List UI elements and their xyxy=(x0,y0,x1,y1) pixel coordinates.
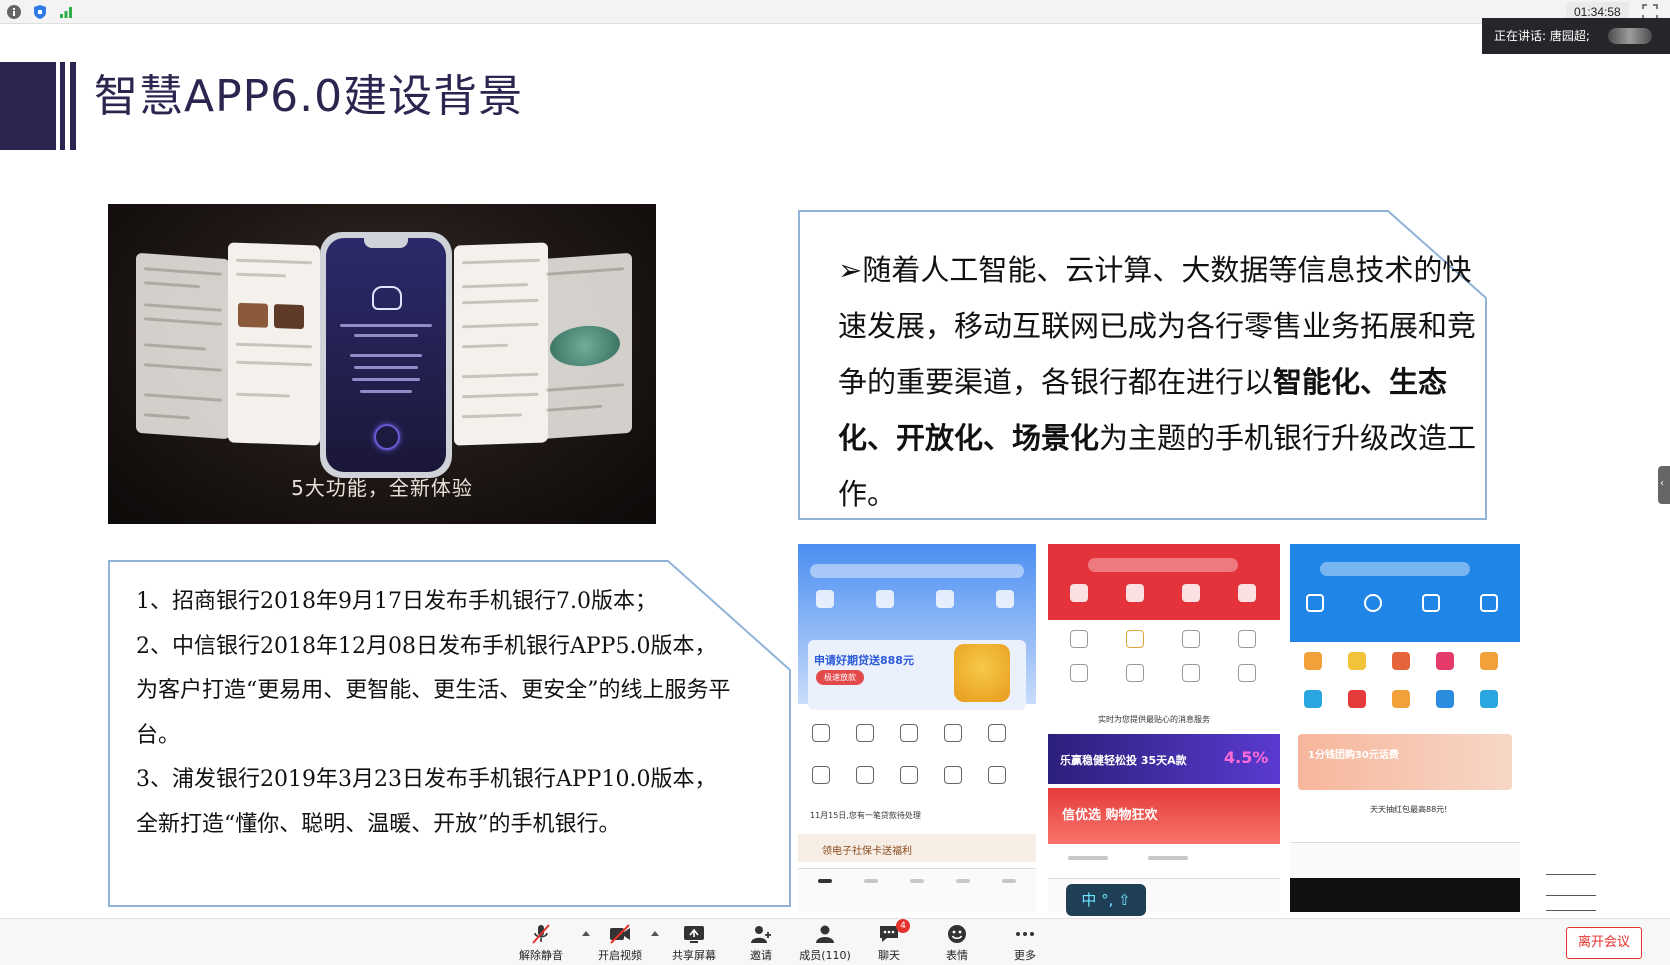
active-speaker-label: 正在讲话: 唐园超; xyxy=(1494,29,1590,43)
chat-unread-badge: 4 xyxy=(896,919,910,933)
app-screenshot-1: 申请好期贷送888元 极速放款 11月15日,您有一笔贷款待处理 领电子社保卡送… xyxy=(798,544,1036,912)
fund-banner: 乐赢稳健轻松投 35天A款 4.5% xyxy=(1048,734,1280,784)
app-bottom-nav xyxy=(1290,842,1520,878)
slide-decoration-line xyxy=(1546,895,1596,896)
smiley-icon xyxy=(948,925,966,943)
promo-image: 5大功能，全新体验 xyxy=(108,204,656,524)
search-bar xyxy=(1320,562,1470,576)
active-speaker-indicator: 正在讲话: 唐园超; xyxy=(1482,18,1670,54)
chevron-left-icon: ‹ xyxy=(1660,478,1664,489)
loan-banner-text: 申请好期贷送888元 xyxy=(814,654,914,667)
invite-button[interactable]: 邀请 xyxy=(726,923,796,963)
list-item: 3、浦发银行2019年3月23日发布手机银行APP10.0版本，全新打造“懂你、… xyxy=(136,767,717,837)
payment-icon xyxy=(876,590,894,608)
start-video-button[interactable]: 开启视频 xyxy=(585,923,655,963)
meeting-top-bar: 01:34:58 xyxy=(0,0,1670,24)
background-callout: ➢随着人工智能、云计算、大数据等信息技术的快速发展，移动互联网已成为各行零售业务… xyxy=(798,210,1518,530)
title-decoration-bar xyxy=(60,62,65,150)
app-screenshot-2: 实时为您提供最贴心的消息服务 乐赢稳健轻松投 35天A款 4.5% 信优选 购物… xyxy=(1048,544,1280,912)
app-screen-preview xyxy=(538,252,632,440)
info-icon[interactable] xyxy=(6,4,22,20)
unmute-button[interactable]: 解除静音 xyxy=(506,923,576,963)
members-label: 成员(110) xyxy=(799,949,851,962)
loan-banner: 申请好期贷送888元 极速放款 xyxy=(808,640,1026,710)
message-text: 实时为您提供最贴心的消息服务 xyxy=(1098,715,1210,724)
voice-ring-icon xyxy=(374,424,400,450)
account-icon xyxy=(996,590,1014,608)
app-bottom-nav xyxy=(798,868,1036,912)
title-decoration-bar xyxy=(70,62,76,150)
app-screen-preview xyxy=(454,242,548,446)
loan-banner-button: 极速放款 xyxy=(816,670,864,685)
bank-release-list: 1、招商银行2018年9月17日发布手机银行7.0版本； 2、中信银行2018年… xyxy=(108,560,792,908)
list-item: 1、招商银行2018年9月17日发布手机银行7.0版本； xyxy=(136,589,657,614)
shopping-banner: 信优选 购物狂欢 xyxy=(1048,788,1280,844)
meeting-toolbar: 解除静音 开启视频 共享屏幕 邀请 成员(110) 4 聊天 表情 更多 离开会… xyxy=(0,918,1670,965)
side-panel-toggle[interactable]: ‹ xyxy=(1658,466,1670,504)
phone-mockup xyxy=(320,232,452,478)
members-button[interactable]: 成员(110) xyxy=(790,923,860,963)
social-card-banner: 领电子社保卡送福利 xyxy=(798,834,1036,862)
meeting-window: 01:34:58 正在讲话: 唐园超; 智慧APP6.0建设背景 5大功能，全新… xyxy=(0,0,1670,965)
scan-icon xyxy=(816,590,834,608)
app-header xyxy=(1048,544,1280,620)
more-dots-icon xyxy=(1016,932,1034,936)
share-screen-button[interactable]: 共享屏幕 xyxy=(659,923,729,963)
slide-decoration-line xyxy=(1546,874,1596,875)
slide-title: 智慧APP6.0建设背景 xyxy=(94,71,524,122)
app-screen-preview xyxy=(228,242,320,446)
search-bar xyxy=(1088,558,1238,572)
lucky-draw-text: 天天抽红包最高88元! xyxy=(1370,805,1448,814)
unmute-label: 解除静音 xyxy=(519,949,563,962)
camera-off-icon xyxy=(610,924,630,944)
title-decoration-block xyxy=(0,62,56,150)
slide-decoration-line xyxy=(1546,910,1596,911)
ime-status-toolbar[interactable]: 中 °, ⇧ xyxy=(1066,884,1146,916)
bullet-arrow: ➢ xyxy=(838,253,863,287)
reactions-button[interactable]: 表情 xyxy=(922,923,992,963)
video-options-caret[interactable] xyxy=(651,931,659,936)
more-button[interactable]: 更多 xyxy=(990,923,1060,963)
reactions-label: 表情 xyxy=(946,949,968,962)
more-label: 更多 xyxy=(1014,949,1036,962)
android-nav-bar xyxy=(1290,878,1520,912)
list-item: 2、中信银行2018年12月08日发布手机银行APP5.0版本，为客户打造“更易… xyxy=(136,633,731,748)
add-user-icon xyxy=(751,926,771,943)
transfer-icon xyxy=(936,590,954,608)
background-paragraph: ➢随着人工智能、云计算、大数据等信息技术的快速发展，移动互联网已成为各行零售业务… xyxy=(838,242,1488,522)
app-screenshot-3: 1分钱团购30元话费 天天抽红包最高88元! xyxy=(1290,544,1520,912)
speaker-avatar xyxy=(1608,28,1652,44)
chat-label: 聊天 xyxy=(878,949,900,962)
share-screen-icon xyxy=(684,926,704,943)
share-screen-label: 共享屏幕 xyxy=(672,949,716,962)
leave-meeting-button[interactable]: 离开会议 xyxy=(1566,927,1642,959)
start-video-label: 开启视频 xyxy=(598,949,642,962)
promo-caption: 5大功能，全新体验 xyxy=(291,476,473,500)
user-icon xyxy=(816,925,834,943)
assistant-bot-icon xyxy=(372,286,402,310)
security-shield-icon[interactable] xyxy=(32,4,48,20)
notice-text: 11月15日,您有一笔贷款待处理 xyxy=(810,811,921,820)
app-header xyxy=(1290,544,1520,642)
signal-icon[interactable] xyxy=(58,4,74,20)
invite-label: 邀请 xyxy=(750,949,772,962)
search-bar xyxy=(810,564,1024,578)
phone-bill-banner: 1分钱团购30元话费 xyxy=(1298,734,1512,790)
chat-button[interactable]: 4 聊天 xyxy=(854,919,924,963)
microphone-muted-icon xyxy=(532,924,550,944)
app-screen-preview xyxy=(136,252,230,440)
